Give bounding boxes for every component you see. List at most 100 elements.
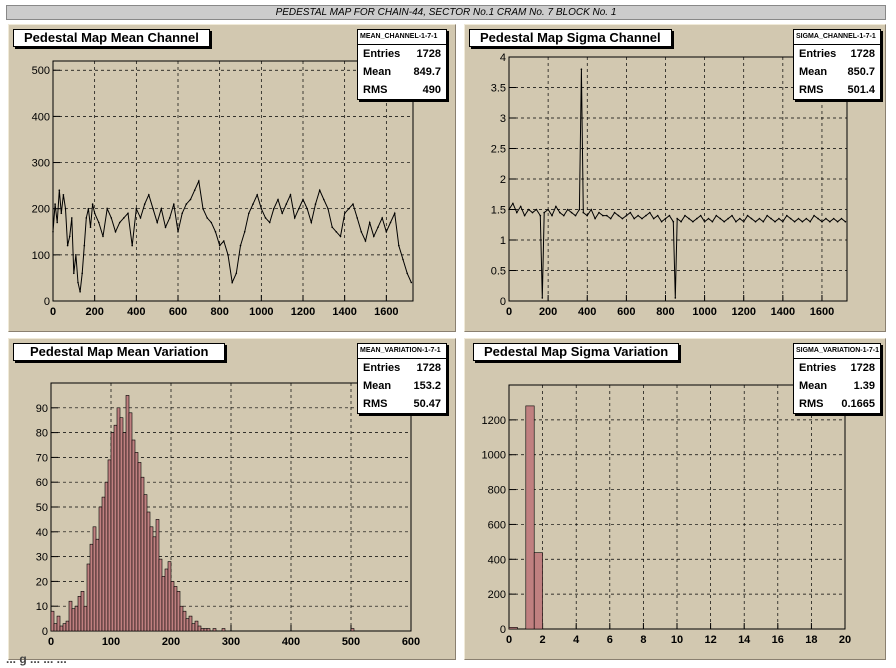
data-point: [750, 217, 753, 220]
data-point: [789, 217, 792, 220]
data-point: [164, 226, 167, 228]
data-point: [143, 203, 146, 205]
data-point: [177, 231, 179, 233]
histogram-bar: [56, 615, 61, 632]
data-point: [327, 207, 329, 210]
y-tick-label: 50: [36, 502, 48, 514]
rms-label: RMS: [363, 84, 388, 96]
data-point: [774, 220, 776, 223]
histogram-bar: [53, 623, 58, 632]
histogram-bar: [131, 439, 136, 632]
data-point: [231, 281, 233, 284]
sigma-variation-pad: 0 2 4 6 8 10 12 14 16 18 20 0 200 400 600 800 1000 1200 P…: [464, 338, 886, 660]
histogram-bar: [77, 595, 82, 632]
series-line: [508, 69, 846, 298]
data-point: [633, 217, 635, 220]
data-point: [85, 217, 88, 219]
data-point: [613, 211, 616, 214]
entries-label: Entries: [363, 362, 401, 374]
data-point: [273, 207, 275, 210]
histogram-bar: [179, 605, 184, 632]
data-point: [664, 217, 667, 220]
data-point: [98, 221, 100, 224]
y-tick-label: 60: [36, 477, 48, 489]
data-point: [555, 205, 557, 208]
data-point: [318, 189, 321, 191]
data-point: [711, 220, 714, 223]
data-point: [656, 214, 659, 217]
data-point: [66, 244, 69, 247]
x-tick-label: 300: [222, 636, 240, 648]
entries-label: Entries: [363, 48, 401, 60]
entries-label: Entries: [799, 48, 837, 60]
data-point: [314, 203, 317, 205]
data-point: [801, 220, 804, 223]
entries-label: Entries: [799, 362, 837, 374]
histogram-bar: [86, 563, 91, 632]
histogram-bar: [146, 511, 151, 632]
x-tick-label: 400: [578, 306, 596, 318]
data-point: [519, 205, 522, 208]
y-tick-label: 3.5: [491, 83, 506, 95]
histogram-bar: [152, 536, 157, 632]
data-point: [527, 208, 530, 211]
data-point: [680, 220, 682, 223]
data-point: [578, 208, 581, 211]
y-tick-label: 200: [32, 204, 50, 216]
data-point: [68, 235, 71, 238]
data-point: [264, 217, 267, 219]
x-tick-label: 14: [738, 634, 751, 646]
data-point: [731, 214, 733, 217]
histogram-bar: [167, 561, 172, 632]
histogram-bar: [62, 623, 67, 632]
y-tick-label: 90: [36, 403, 48, 415]
y-tick-label: 20: [36, 576, 48, 588]
data-point: [331, 226, 334, 228]
data-point: [602, 214, 604, 217]
histogram-bar: [128, 412, 133, 632]
rms-value: 490: [422, 84, 441, 96]
data-point: [699, 214, 702, 217]
data-point: [625, 214, 628, 217]
data-point: [778, 217, 780, 220]
data-point: [559, 211, 561, 214]
data-point: [672, 220, 675, 223]
data-point: [339, 235, 342, 238]
data-point: [692, 220, 694, 223]
x-tick-label: 6: [607, 634, 613, 646]
mean-variation-title: Pedestal Map Mean Variation: [13, 343, 226, 361]
x-tick-label: 400: [127, 306, 145, 318]
histogram-bar: [110, 432, 115, 632]
data-point: [766, 214, 768, 217]
data-point: [688, 217, 690, 220]
data-point: [676, 217, 678, 220]
data-point: [649, 211, 651, 214]
y-tick-label: 40: [36, 527, 48, 539]
data-point: [64, 207, 67, 210]
data-point: [93, 212, 96, 215]
histogram-bar: [200, 628, 205, 632]
data-point: [168, 217, 171, 219]
x-tick-label: 1400: [771, 306, 795, 318]
data-point: [114, 231, 117, 233]
y-tick-label: 100: [32, 250, 50, 262]
histogram-bar: [191, 623, 196, 632]
histogram-bar: [68, 600, 73, 632]
x-tick-label: 0: [50, 306, 56, 318]
data-point: [566, 208, 569, 211]
y-tick-label: 4: [500, 52, 506, 64]
data-point: [617, 214, 620, 217]
histogram-bar: [164, 568, 169, 632]
data-point: [185, 203, 188, 205]
data-point: [707, 217, 710, 220]
histogram-bar: [143, 494, 148, 632]
histogram-bar: [74, 605, 79, 632]
histogram-bar: [134, 452, 139, 632]
x-tick-label: 10: [671, 634, 683, 646]
data-point: [727, 217, 729, 220]
y-tick-label: 2.5: [491, 144, 506, 156]
stats-name: MEAN_VARIATION-1-7-1: [358, 344, 446, 359]
x-tick-label: 2: [540, 634, 546, 646]
data-point: [310, 221, 313, 224]
histogram-bar: [113, 424, 118, 632]
